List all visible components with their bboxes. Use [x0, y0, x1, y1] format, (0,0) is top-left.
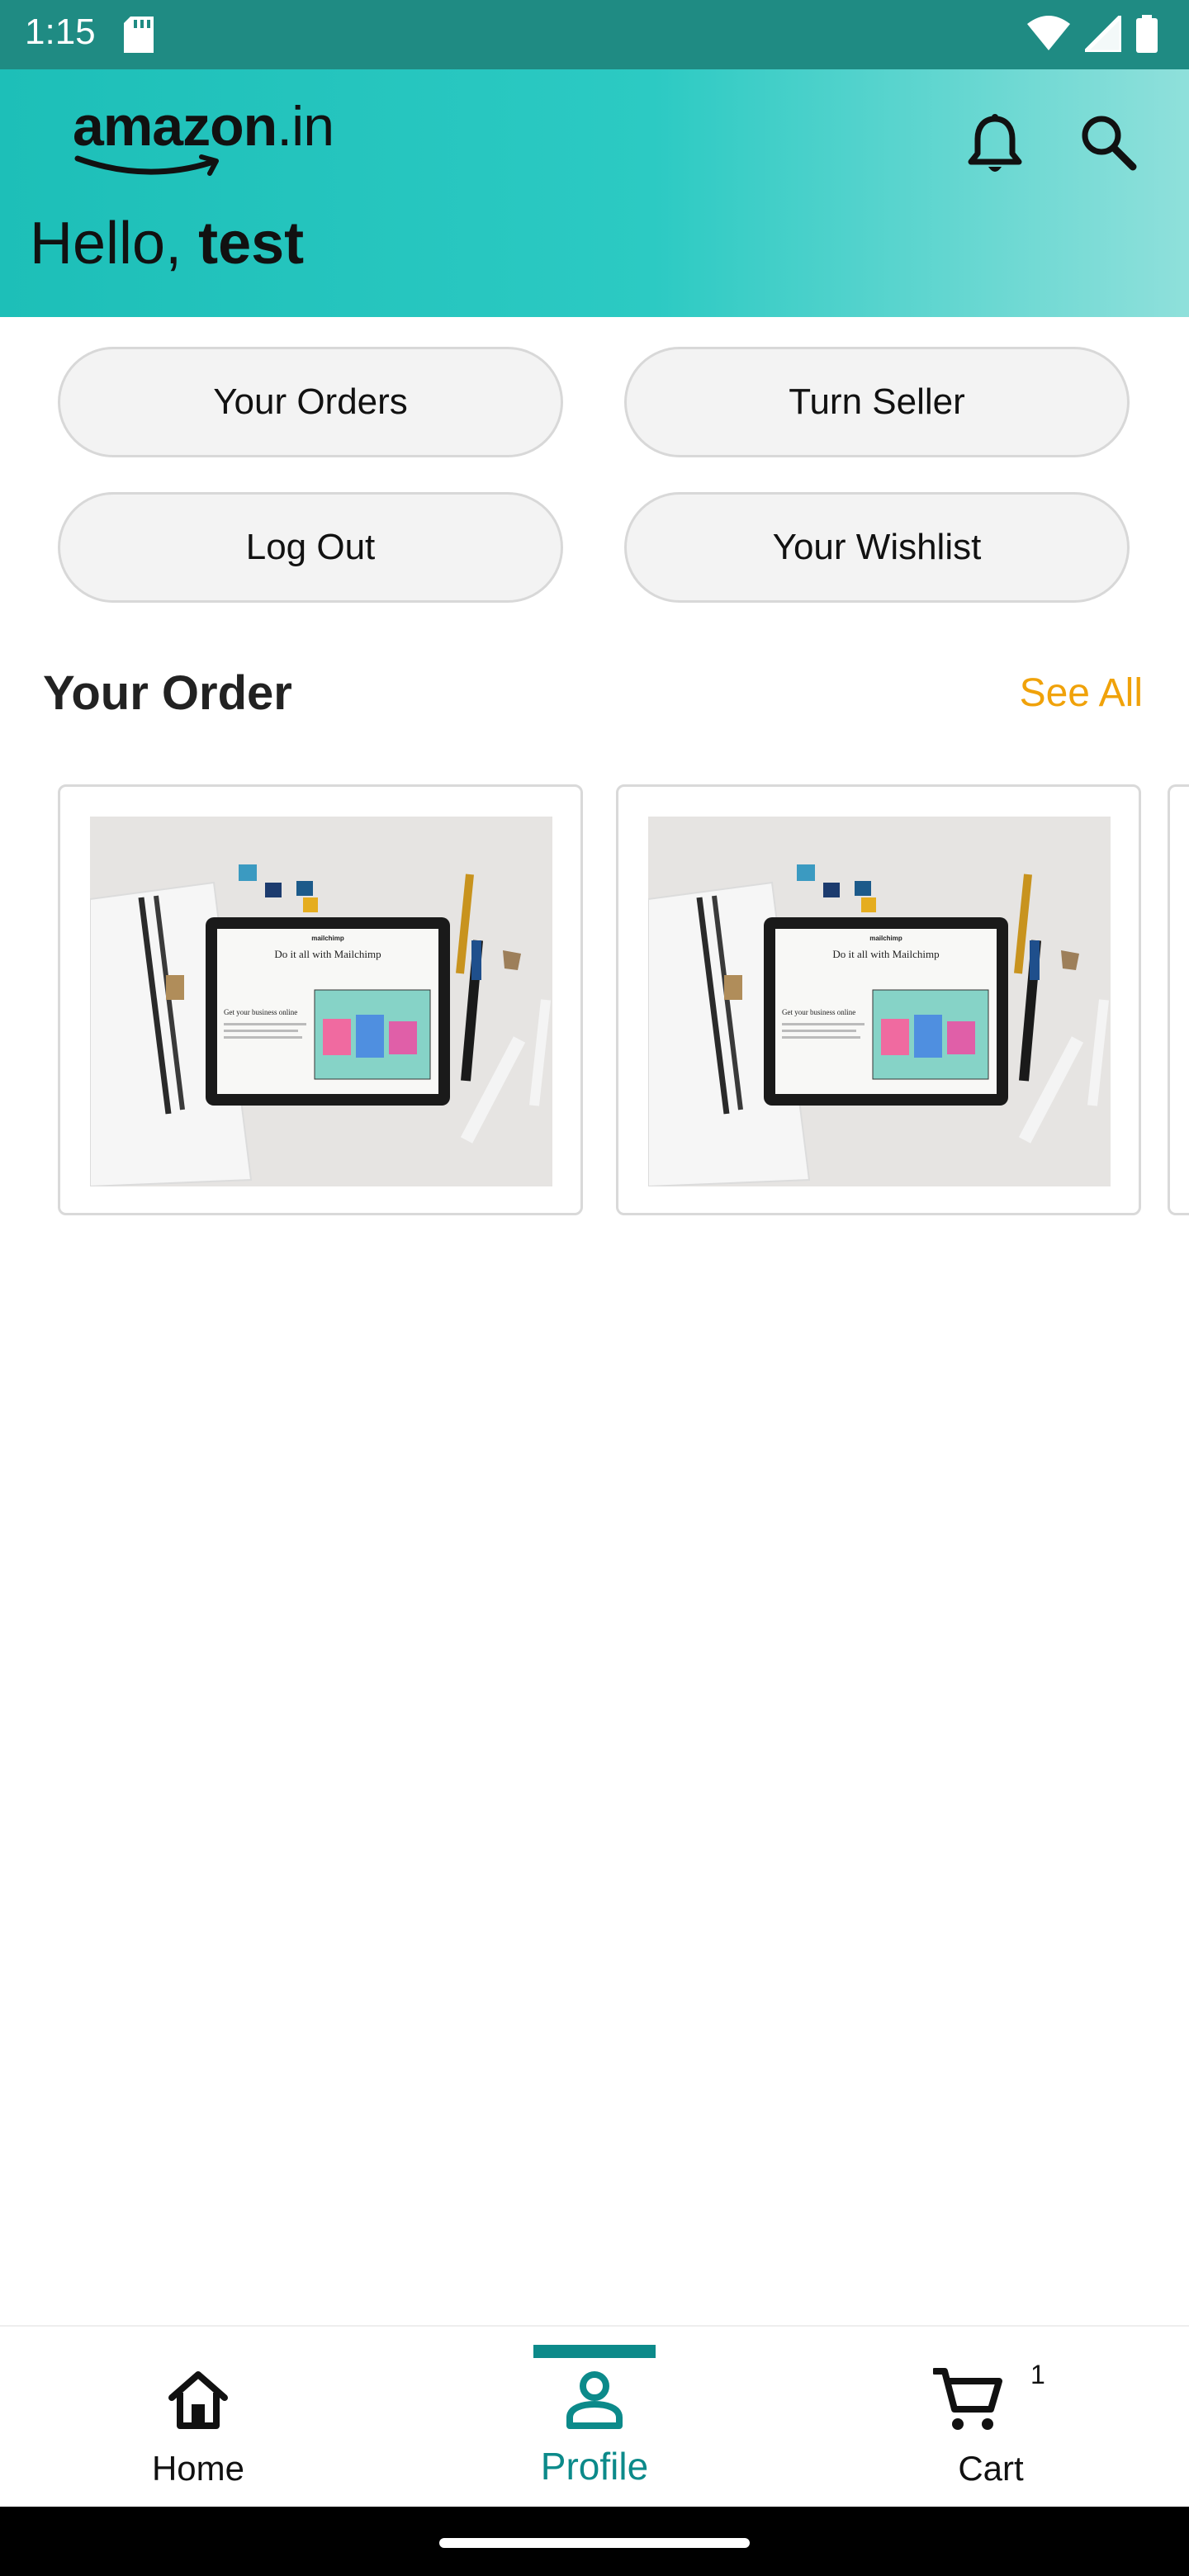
order-card-partial[interactable]: [1168, 784, 1189, 1215]
turn-seller-button[interactable]: Turn Seller: [624, 347, 1130, 457]
your-wishlist-button[interactable]: Your Wishlist: [624, 492, 1130, 603]
status-bar: 1:15: [0, 0, 1189, 69]
tablet-heading: Do it all with Mailchimp: [274, 948, 381, 960]
profile-icon: [566, 2371, 623, 2429]
cart-icon: [933, 2368, 1002, 2430]
status-time: 1:15: [25, 12, 96, 52]
battery-icon: [1136, 15, 1158, 57]
nav-profile-label: Profile: [540, 2445, 649, 2488]
home-icon: [168, 2371, 228, 2429]
nav-home-label: Home: [151, 2449, 245, 2488]
search-icon[interactable]: [1078, 112, 1138, 176]
order-card[interactable]: Do it all with Mailchimp mailchimp Get y…: [58, 784, 583, 1215]
gesture-handle[interactable]: [439, 2538, 750, 2548]
greeting-prefix: Hello,: [30, 211, 199, 277]
signal-icon: [1079, 10, 1124, 56]
tablet-sub: Get your business online: [224, 1008, 297, 1016]
cart-count-badge: 1: [1030, 2360, 1045, 2389]
order-product-image: Do it all with Mailchimp mailchimp Get y…: [648, 817, 1111, 1186]
section-title: Your Order: [43, 666, 292, 720]
wifi-icon: [1027, 16, 1070, 56]
bell-icon[interactable]: [966, 112, 1024, 179]
logo-main: amazon: [73, 95, 277, 158]
user-name: test: [198, 211, 305, 277]
greeting: Hello, test: [30, 210, 304, 277]
tablet-brand: mailchimp: [869, 935, 902, 942]
order-card[interactable]: Do it all with Mailchimp mailchimp Get y…: [616, 784, 1141, 1215]
amazon-logo[interactable]: amazon.in: [73, 94, 334, 182]
app-header: amazon.in Hello, test: [0, 69, 1189, 317]
see-all-link[interactable]: See All: [1020, 670, 1143, 716]
sd-card-icon: [124, 17, 154, 57]
tablet-heading: Do it all with Mailchimp: [832, 948, 939, 960]
active-tab-indicator: [533, 2345, 656, 2358]
tablet-sub: Get your business online: [782, 1008, 855, 1016]
your-orders-button[interactable]: Your Orders: [58, 347, 563, 457]
nav-cart[interactable]: Cart: [867, 2327, 1115, 2508]
tablet-brand: mailchimp: [311, 935, 344, 942]
order-product-image: Do it all with Mailchimp mailchimp Get y…: [90, 817, 552, 1186]
nav-home[interactable]: Home: [74, 2327, 322, 2508]
nav-cart-label: Cart: [958, 2449, 1024, 2488]
log-out-button[interactable]: Log Out: [58, 492, 563, 603]
logo-tld: .in: [277, 95, 334, 158]
